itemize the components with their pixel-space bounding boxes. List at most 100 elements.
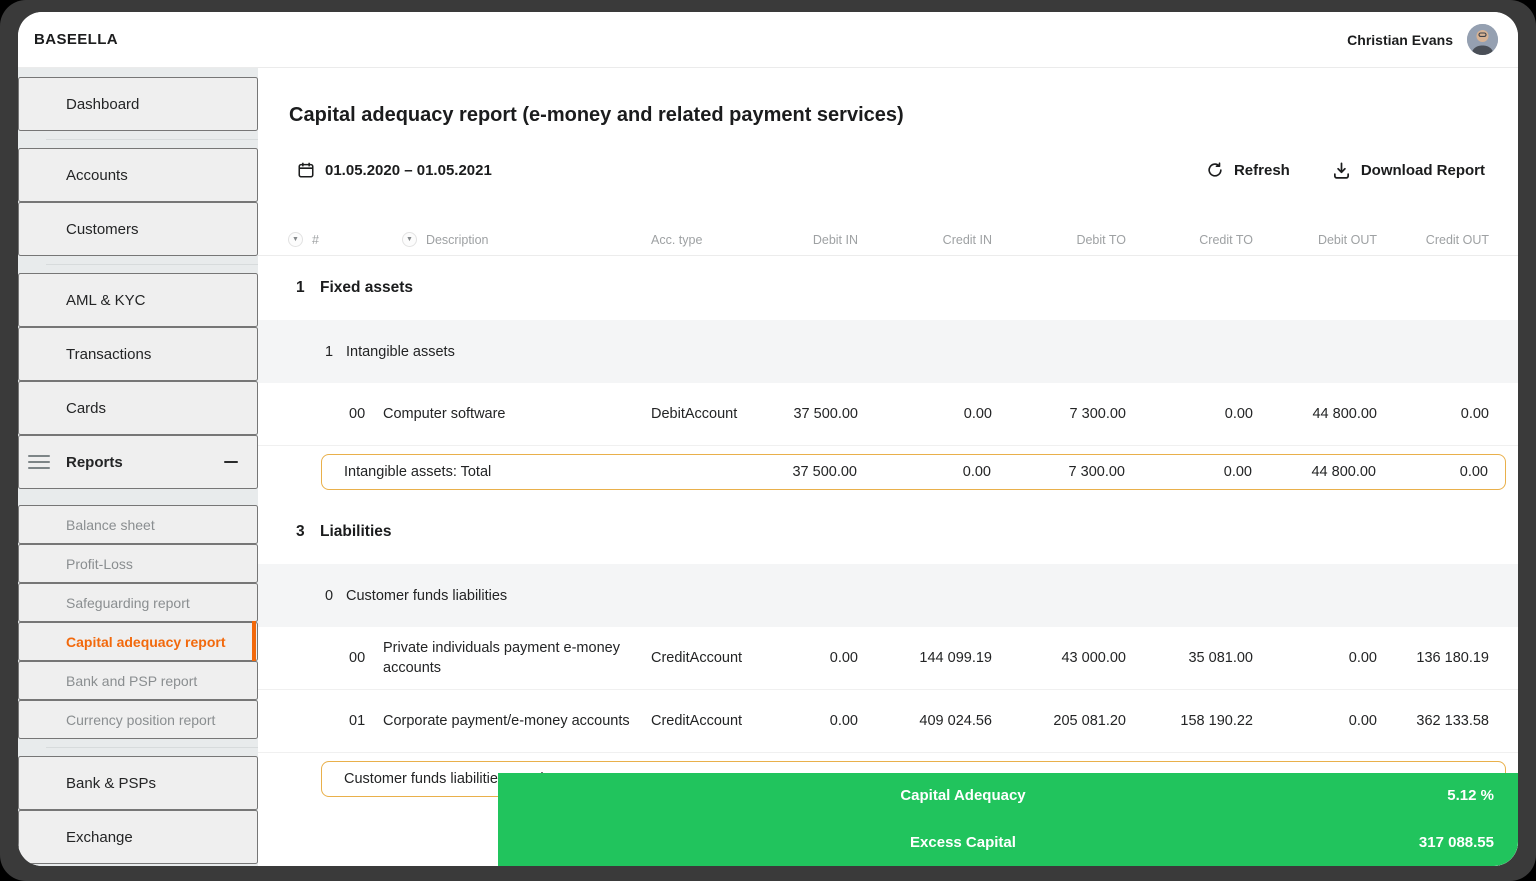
sidebar-item-transactions[interactable]: Transactions <box>18 327 258 381</box>
sidebar-subitem-label: Balance sheet <box>66 517 155 533</box>
top-bar: BASEELLA Christian Evans <box>18 12 1518 68</box>
cell-value: 7 300.00 <box>991 464 1125 480</box>
sidebar-item-aml-kyc[interactable]: AML & KYC <box>18 273 258 327</box>
sidebar-item-label: Reports <box>66 454 123 471</box>
table-row-group: 3Liabilities <box>258 500 1518 564</box>
download-report-label: Download Report <box>1361 162 1485 179</box>
row-description-cell: 0Customer funds liabilities <box>288 586 648 606</box>
hamburger-menu-icon[interactable] <box>28 455 50 469</box>
row-description: Computer software <box>383 404 506 424</box>
collapse-minus-icon[interactable] <box>224 461 238 463</box>
row-description-cell: 1Intangible assets <box>288 342 648 362</box>
report-toolbar: 01.05.2020 – 01.05.2021 Refresh <box>258 156 1518 184</box>
table-row-account: 00Computer softwareDebitAccount37 500.00… <box>258 383 1518 446</box>
cell-value: 0.00 <box>758 713 858 729</box>
capital-adequacy-value: 5.12 % <box>1447 787 1494 804</box>
cell-value: 0.00 <box>1377 406 1489 422</box>
table-row-subgroup: 0Customer funds liabilities <box>258 564 1518 627</box>
row-description: Customer funds liabilities <box>346 586 507 606</box>
table-header: ▼ # ▼ Description Acc. type Debit IN Cre… <box>258 224 1518 256</box>
row-number: 1 <box>325 342 346 362</box>
row-description: Fixed assets <box>320 278 413 298</box>
sidebar-item-reports[interactable]: Reports <box>18 435 258 489</box>
download-icon <box>1332 161 1351 180</box>
sidebar-item-exchange[interactable]: Exchange <box>18 810 258 864</box>
sidebar-subitem-bank-and-psp-report[interactable]: Bank and PSP report <box>18 661 258 700</box>
user-avatar[interactable] <box>1467 24 1498 55</box>
sidebar: Dashboard Accounts Customers AML & KYC Trans… <box>18 68 258 866</box>
cell-value: 0.00 <box>1376 464 1488 480</box>
table-row-subgroup: 1Intangible assets <box>258 320 1518 383</box>
sidebar-subitem-safeguarding-report[interactable]: Safeguarding report <box>18 583 258 622</box>
table-body: 1Fixed assets1Intangible assets00Compute… <box>258 256 1518 797</box>
cell-value: 44 800.00 <box>1253 406 1377 422</box>
header-debit-to: Debit TO <box>992 233 1126 247</box>
refresh-button[interactable]: Refresh <box>1206 161 1290 179</box>
sidebar-item-label: Dashboard <box>66 96 139 113</box>
sidebar-subitem-label: Capital adequacy report <box>66 634 226 650</box>
row-description-cell: 1Fixed assets <box>288 278 648 298</box>
row-description: Corporate payment/e-money accounts <box>383 711 630 731</box>
capital-adequacy-banner: Capital Adequacy 5.12 % Excess Capital 3… <box>498 773 1518 866</box>
download-report-button[interactable]: Download Report <box>1332 161 1485 180</box>
sidebar-subitem-label: Safeguarding report <box>66 595 190 611</box>
table-total-row: Intangible assets: Total37 500.000.007 3… <box>321 454 1506 490</box>
header-credit-to: Credit TO <box>1126 233 1253 247</box>
avatar-photo-icon <box>1467 24 1498 55</box>
cell-value: 136 180.19 <box>1377 650 1489 666</box>
sidebar-subitem-currency-position-report[interactable]: Currency position report <box>18 700 258 739</box>
header-num-desc: ▼ # ▼ Description <box>288 232 648 247</box>
cell-value: 409 024.56 <box>858 713 992 729</box>
sidebar-subitem-profit-loss[interactable]: Profit-Loss <box>18 544 258 583</box>
header-acc-type: Acc. type <box>648 233 758 247</box>
sidebar-divider <box>46 139 258 140</box>
table-row-account: 01Corporate payment/e-money accountsCred… <box>258 690 1518 753</box>
sidebar-subitem-label: Bank and PSP report <box>66 673 197 689</box>
sidebar-item-label: Bank & PSPs <box>66 775 156 792</box>
sidebar-item-label: Accounts <box>66 167 128 184</box>
refresh-icon <box>1206 161 1224 179</box>
sidebar-item-cards[interactable]: Cards <box>18 381 258 435</box>
cell-value: 37 500.00 <box>758 406 858 422</box>
cell-value: 144 099.19 <box>858 650 992 666</box>
sidebar-subitem-capital-adequacy-report[interactable]: Capital adequacy report <box>18 622 258 661</box>
sidebar-item-label: Customers <box>66 221 139 238</box>
sidebar-subitem-label: Currency position report <box>66 712 215 728</box>
description-filter-dropdown-icon[interactable]: ▼ <box>402 232 417 247</box>
acc-type-cell: DebitAccount <box>648 406 758 422</box>
num-filter-dropdown-icon[interactable]: ▼ <box>288 232 303 247</box>
cell-value: 0.00 <box>1253 713 1377 729</box>
cell-value: 35 081.00 <box>1126 650 1253 666</box>
header-debit-out: Debit OUT <box>1253 233 1377 247</box>
reports-submenu: Balance sheet Profit-Loss Safeguarding rep… <box>18 489 258 739</box>
page-title: Capital adequacy report (e-money and rel… <box>289 104 1518 127</box>
row-number: 1 <box>296 278 320 298</box>
sidebar-item-customers[interactable]: Customers <box>18 202 258 256</box>
date-range-picker[interactable]: 01.05.2020 – 01.05.2021 <box>297 161 492 179</box>
window-frame: BASEELLA Christian Evans Dashboard Accoun… <box>0 0 1536 881</box>
sidebar-item-label: Exchange <box>66 829 133 846</box>
acc-type-cell: CreditAccount <box>648 650 758 666</box>
sidebar-item-dashboard[interactable]: Dashboard <box>18 77 258 131</box>
table-row-group: 1Fixed assets <box>258 256 1518 320</box>
user-menu[interactable]: Christian Evans <box>1347 24 1498 55</box>
header-credit-in: Credit IN <box>858 233 992 247</box>
calendar-icon <box>297 161 315 179</box>
cell-value: 0.00 <box>857 464 991 480</box>
header-debit-in: Debit IN <box>758 233 858 247</box>
sidebar-subitem-balance-sheet[interactable]: Balance sheet <box>18 505 258 544</box>
row-description: Intangible assets <box>346 342 455 362</box>
row-number: 01 <box>349 711 383 731</box>
sidebar-item-bank-psps[interactable]: Bank & PSPs <box>18 756 258 810</box>
sidebar-divider <box>46 747 258 748</box>
cell-value: 205 081.20 <box>992 713 1126 729</box>
banner-row-capital-adequacy: Capital Adequacy 5.12 % <box>498 773 1518 820</box>
main-content: Capital adequacy report (e-money and rel… <box>258 68 1518 866</box>
sidebar-item-accounts[interactable]: Accounts <box>18 148 258 202</box>
cell-value: 362 133.58 <box>1377 713 1489 729</box>
sidebar-item-label: Transactions <box>66 346 151 363</box>
header-num-label: # <box>312 233 319 247</box>
row-number: 00 <box>349 648 383 668</box>
app-window: BASEELLA Christian Evans Dashboard Accoun… <box>18 12 1518 866</box>
excess-capital-label: Excess Capital <box>910 834 1016 851</box>
